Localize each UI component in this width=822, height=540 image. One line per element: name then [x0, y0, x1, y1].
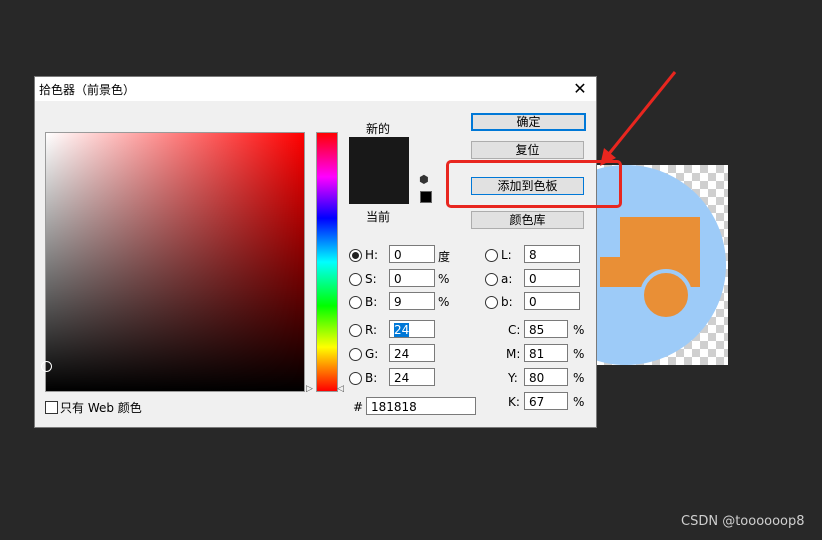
yellow-input[interactable]: 80	[524, 368, 568, 386]
color-field[interactable]	[41, 132, 305, 392]
black-unit: %	[573, 395, 585, 409]
red-radio[interactable]	[349, 324, 362, 337]
truck-front-shape	[600, 257, 630, 287]
lab-l-label: L:	[501, 248, 512, 262]
new-color-swatch	[349, 137, 409, 170]
saturation-radio[interactable]	[349, 273, 362, 286]
hue-slider-left-marker-icon[interactable]: ▷	[306, 384, 313, 394]
brightness-value: 9	[394, 295, 402, 309]
magenta-value: 81	[529, 347, 545, 361]
hue-unit: 度	[438, 250, 451, 264]
yellow-value: 80	[529, 371, 545, 385]
lab-a-input[interactable]: 0	[524, 269, 580, 287]
color-field-cursor[interactable]	[41, 361, 52, 372]
titlebar: 拾色器（前景色） ✕	[35, 77, 596, 101]
hex-value: 181818	[371, 400, 417, 414]
current-color-swatch[interactable]	[349, 170, 409, 204]
yellow-unit: %	[573, 371, 585, 385]
lab-b-value: 0	[529, 295, 537, 309]
saturation-input[interactable]: 0	[389, 269, 435, 287]
saturation-unit: %	[438, 272, 450, 286]
black-input[interactable]: 67	[524, 392, 568, 410]
saturation-label: S:	[365, 272, 377, 286]
lab-a-value: 0	[529, 272, 537, 286]
watermark: CSDN @toooooop8	[681, 514, 805, 529]
black-label: K:	[508, 395, 520, 409]
hex-input[interactable]: 181818	[366, 397, 476, 415]
hue-radio[interactable]	[349, 249, 362, 262]
new-color-label: 新的	[366, 122, 391, 136]
web-only-label: 只有 Web 颜色	[60, 401, 142, 415]
blue-label: B:	[365, 371, 378, 385]
yellow-label: Y:	[508, 371, 518, 385]
brightness-radio[interactable]	[349, 296, 362, 309]
lab-b-label: b:	[501, 295, 513, 309]
hue-value: 0	[394, 248, 402, 262]
green-radio[interactable]	[349, 348, 362, 361]
lab-l-value: 8	[529, 248, 537, 262]
lab-l-radio[interactable]	[485, 249, 498, 262]
magenta-input[interactable]: 81	[524, 344, 568, 362]
truck-wheel-shape	[640, 269, 692, 321]
lab-a-radio[interactable]	[485, 273, 498, 286]
close-button[interactable]: ✕	[570, 79, 590, 99]
saturation-value: 0	[394, 272, 402, 286]
web-safe-swatch[interactable]	[420, 191, 432, 203]
color-libraries-button[interactable]: 颜色库	[471, 211, 584, 229]
color-picker-dialog: 拾色器（前景色） ✕ ▷ ◁ 新的 当前 ⬢ 确定 复位 添加到色板 颜色库 H…	[34, 76, 597, 428]
brightness-unit: %	[438, 295, 450, 309]
lab-b-input[interactable]: 0	[524, 292, 580, 310]
hue-slider-right-marker-icon[interactable]: ◁	[337, 384, 344, 394]
lab-a-label: a:	[501, 272, 513, 286]
red-label: R:	[365, 323, 378, 337]
cyan-unit: %	[573, 323, 585, 337]
ok-button[interactable]: 确定	[471, 113, 586, 131]
blue-value: 24	[394, 371, 410, 385]
cube-icon[interactable]: ⬢	[419, 173, 429, 186]
hue-slider[interactable]	[316, 132, 338, 392]
cyan-input[interactable]: 85	[524, 320, 568, 338]
black-value: 67	[529, 395, 545, 409]
dialog-title: 拾色器（前景色）	[39, 83, 136, 97]
blue-input[interactable]: 24	[389, 368, 435, 386]
cyan-label: C:	[508, 323, 521, 337]
current-color-label: 当前	[366, 210, 391, 224]
red-value: 24	[394, 323, 410, 337]
annotation-arrow-icon	[600, 71, 677, 166]
web-only-checkbox[interactable]	[45, 401, 58, 414]
red-input[interactable]: 24	[389, 320, 435, 338]
blue-radio[interactable]	[349, 372, 362, 385]
cyan-value: 85	[529, 323, 545, 337]
hue-label: H:	[365, 248, 379, 262]
green-label: G:	[365, 347, 379, 361]
lab-b-radio[interactable]	[485, 296, 498, 309]
magenta-label: M:	[506, 347, 521, 361]
magenta-unit: %	[573, 347, 585, 361]
hue-input[interactable]: 0	[389, 245, 435, 263]
hex-label: #	[353, 400, 364, 414]
lab-l-input[interactable]: 8	[524, 245, 580, 263]
brightness-input[interactable]: 9	[389, 292, 435, 310]
reset-button[interactable]: 复位	[471, 141, 584, 159]
brightness-label: B:	[365, 295, 378, 309]
green-input[interactable]: 24	[389, 344, 435, 362]
green-value: 24	[394, 347, 410, 361]
